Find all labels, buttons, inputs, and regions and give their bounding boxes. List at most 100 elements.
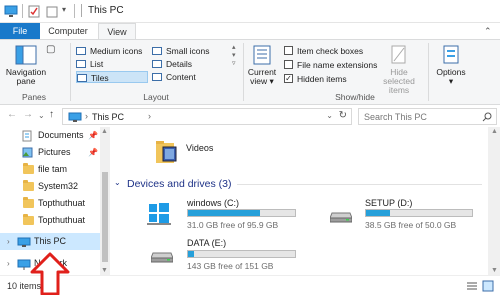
group-separator	[70, 43, 71, 101]
status-bar: 10 items	[0, 275, 500, 295]
breadcrumb-separator[interactable]: ›	[148, 111, 151, 121]
preview-pane-icon[interactable]: ▢	[46, 44, 55, 55]
separator-line	[81, 4, 82, 17]
scroll-up-icon[interactable]: ▲	[101, 128, 108, 135]
hidden-items-toggle[interactable]: ✓ Hidden items	[284, 73, 347, 85]
videos-folder-icon	[156, 141, 177, 163]
current-view-button[interactable]: Current view ▾	[246, 44, 278, 86]
checkbox[interactable]	[284, 60, 293, 69]
pin-icon[interactable]: 📌	[88, 144, 98, 161]
address-bar[interactable]: › This PC › ⌄ ↻	[62, 108, 352, 125]
group-separator	[243, 43, 244, 101]
drive-usage-fill	[188, 251, 194, 257]
options-button[interactable]: Options ▾	[432, 44, 470, 86]
chevron-down-icon[interactable]: ⌄	[114, 178, 121, 187]
layout-list[interactable]: List	[76, 58, 146, 70]
navigation-pane-button[interactable]: Navigation pane	[4, 44, 48, 86]
back-arrow-icon[interactable]: ←	[7, 109, 17, 120]
annotation-arrow-icon	[30, 252, 70, 295]
up-arrow-icon[interactable]: ↑	[49, 109, 54, 120]
chevron-right-icon[interactable]: ›	[7, 233, 10, 250]
search-input[interactable]: Search This PC	[364, 112, 427, 122]
navigation-scrollbar[interactable]: ▲ ▼	[100, 127, 110, 275]
videos-label: Videos	[186, 143, 214, 153]
content-scrollbar[interactable]: ▲ ▼	[488, 127, 500, 275]
tab-file[interactable]: File	[0, 23, 40, 39]
quick-access-dropdown-icon[interactable]: ▾	[62, 5, 66, 14]
nav-item-system32[interactable]: System32	[0, 178, 100, 195]
drive-name: DATA (E:)	[187, 238, 227, 248]
scrollbar-thumb[interactable]	[102, 172, 108, 262]
layout-tiles[interactable]: Tiles	[76, 71, 148, 83]
layout-content[interactable]: Content	[152, 71, 222, 83]
layout-small-icons-label: Small icons	[166, 46, 210, 56]
nav-item-pictures[interactable]: Pictures 📌	[0, 144, 100, 161]
nav-item-file-tam[interactable]: file tam	[0, 161, 100, 178]
chevron-right-icon[interactable]: ›	[7, 255, 10, 272]
drive-usage-bar	[187, 250, 296, 258]
layout-medium-icons-label: Medium icons	[90, 46, 143, 56]
checkbox[interactable]	[284, 46, 293, 55]
tab-view[interactable]: View	[98, 23, 136, 39]
devices-section-header[interactable]: Devices and drives (3)	[127, 178, 231, 190]
hide-selected-items-button[interactable]: Hide selected items	[374, 44, 424, 95]
details-view-icon[interactable]	[466, 281, 478, 291]
ribbon-tabs: File Computer View	[0, 23, 500, 39]
options-icon	[443, 45, 459, 64]
drive-c[interactable]: windows (C:) 31.0 GB free of 95.9 GB	[147, 197, 317, 231]
checkbox-checked[interactable]: ✓	[284, 74, 293, 83]
large-icons-view-icon[interactable]	[482, 280, 494, 292]
nav-item-documents[interactable]: Documents 📌	[0, 127, 100, 144]
ribbon-collapse-icon[interactable]: ⌃	[484, 26, 492, 37]
drive-usage-fill	[188, 210, 261, 216]
breadcrumb-this-pc[interactable]: This PC	[92, 112, 124, 122]
ribbon: Navigation pane ▢ Panes Medium icons Sma…	[0, 26, 500, 105]
forward-arrow-icon[interactable]: →	[23, 109, 33, 120]
scroll-up-icon[interactable]: ▲	[491, 128, 498, 135]
pictures-icon	[22, 147, 33, 158]
videos-folder[interactable]: Videos	[155, 137, 255, 167]
search-icon[interactable]	[482, 112, 492, 122]
item-check-boxes-toggle[interactable]: Item check boxes	[284, 45, 363, 57]
window-title: This PC	[88, 5, 124, 16]
nav-item-topthuthuat[interactable]: Topthuthuat	[0, 195, 100, 212]
properties-icon[interactable]	[28, 5, 40, 18]
navigation-pane-label: Navigation pane	[5, 67, 47, 86]
nav-item-label: Topthuthuat	[38, 215, 86, 225]
search-box[interactable]: Search This PC	[358, 108, 497, 125]
new-folder-icon[interactable]	[46, 5, 58, 18]
drive-e[interactable]: DATA (E:) 143 GB free of 151 GB	[151, 237, 321, 271]
list-icon	[76, 60, 86, 68]
refresh-icon[interactable]: ↻	[339, 110, 347, 121]
scroll-down-icon[interactable]: ▼	[101, 267, 108, 274]
drive-d[interactable]: SETUP (D:) 38.5 GB free of 50.0 GB	[330, 197, 500, 231]
address-dropdown-icon[interactable]: ⌄	[326, 111, 333, 120]
nav-item-label: file tam	[38, 164, 68, 174]
layout-medium-icons[interactable]: Medium icons	[76, 45, 146, 57]
drive-name: windows (C:)	[187, 198, 240, 208]
section-divider	[237, 184, 482, 185]
layout-group-label: Layout	[143, 92, 169, 102]
separator	[74, 4, 75, 18]
file-name-extensions-toggle[interactable]: File name extensions	[284, 59, 377, 71]
nav-item-label: Topthuthuat	[38, 198, 86, 208]
hard-drive-icon	[330, 212, 352, 223]
this-pc-icon[interactable]	[4, 5, 18, 18]
drive-usage-bar	[365, 209, 473, 217]
nav-item-label: Pictures	[38, 147, 71, 157]
layout-content-label: Content	[166, 72, 196, 82]
folder-icon	[23, 214, 34, 225]
recent-locations-icon[interactable]: ⌄	[38, 111, 45, 120]
layout-details[interactable]: Details	[152, 58, 222, 70]
pin-icon[interactable]: 📌	[88, 127, 98, 144]
tab-computer[interactable]: Computer	[40, 23, 96, 39]
nav-item-this-pc[interactable]: › This PC	[0, 233, 100, 250]
scroll-down-icon[interactable]: ▼	[491, 267, 498, 274]
layout-scroll-icon[interactable]: ▴ ▾ ▿	[232, 44, 236, 68]
drive-free-space: 38.5 GB free of 50.0 GB	[365, 220, 457, 230]
nav-item-topthuthuat[interactable]: Topthuthuat	[0, 212, 100, 229]
layout-small-icons[interactable]: Small icons	[152, 45, 222, 57]
address-row: ← → ⌄ ↑ › This PC › ⌄ ↻ Search This PC	[0, 105, 500, 127]
content-area: Videos ⌄ Devices and drives (3) windows …	[111, 127, 488, 275]
details-icon	[152, 60, 162, 68]
